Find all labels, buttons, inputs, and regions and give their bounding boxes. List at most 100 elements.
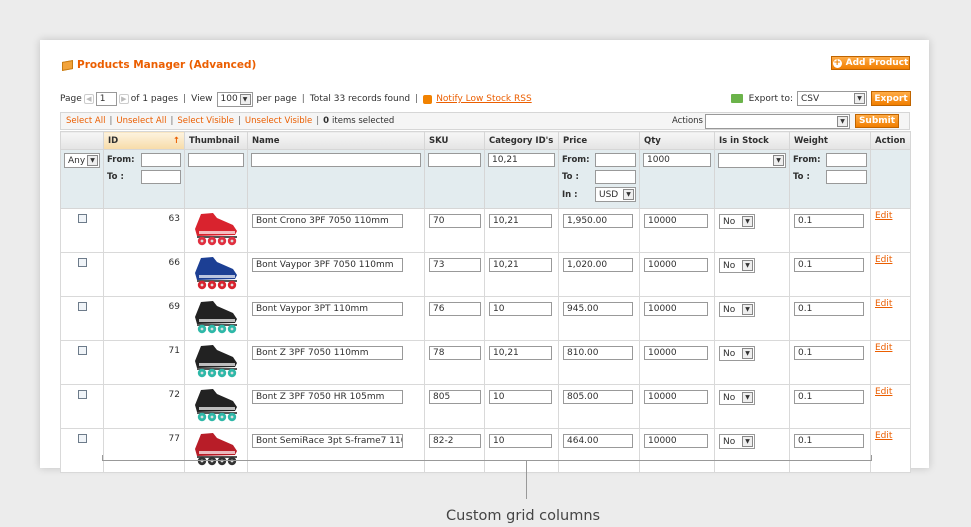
category-input[interactable]: 10,21: [489, 214, 552, 228]
price-input[interactable]: 805.00: [563, 390, 633, 404]
row-checkbox[interactable]: [77, 258, 87, 267]
in-stock-select[interactable]: No ▼: [719, 302, 755, 317]
in-stock-select[interactable]: No ▼: [719, 346, 755, 361]
header-in-stock[interactable]: Is in Stock: [714, 131, 790, 150]
qty-input[interactable]: 10000: [644, 346, 708, 360]
sku-input[interactable]: 76: [429, 302, 481, 316]
weight-input[interactable]: 0.1: [794, 434, 864, 448]
price-input[interactable]: 464.00: [563, 434, 633, 448]
header-id[interactable]: ID ↑: [103, 131, 185, 150]
price-input[interactable]: 1,950.00: [563, 214, 633, 228]
row-checkbox[interactable]: [77, 434, 87, 443]
edit-link[interactable]: Edit: [875, 255, 892, 265]
id-to-input[interactable]: [140, 170, 181, 184]
header-sku[interactable]: SKU: [424, 131, 485, 150]
price-from-input[interactable]: [595, 153, 636, 167]
next-page-icon[interactable]: ▶: [118, 94, 129, 104]
unselect-all-link[interactable]: Unselect All: [116, 116, 166, 126]
price-input[interactable]: 945.00: [563, 302, 633, 316]
stock-filter-select[interactable]: ▼: [718, 153, 786, 168]
weight-input[interactable]: 0.1: [794, 302, 864, 316]
page-title: Products Manager (Advanced): [62, 59, 256, 71]
thumbnail-filter-input[interactable]: [188, 153, 244, 167]
product-name-input[interactable]: Bont Vaypor 3PT 110mm: [252, 302, 403, 316]
header-weight[interactable]: Weight: [789, 131, 871, 150]
header-checkbox: [60, 131, 104, 150]
edit-link[interactable]: Edit: [875, 387, 892, 397]
qty-input[interactable]: 10000: [644, 434, 708, 448]
submit-button[interactable]: Submit: [855, 114, 899, 128]
row-checkbox[interactable]: [77, 390, 87, 399]
in-stock-select[interactable]: No ▼: [719, 214, 755, 229]
qty-filter-input[interactable]: 1000: [643, 153, 711, 167]
row-checkbox[interactable]: [77, 346, 87, 355]
select-all-link[interactable]: Select All: [66, 116, 105, 126]
sku-input[interactable]: 805: [429, 390, 481, 404]
qty-input[interactable]: 10000: [644, 258, 708, 272]
sku-input[interactable]: 70: [429, 214, 481, 228]
edit-link[interactable]: Edit: [875, 343, 892, 353]
product-thumbnail: [184, 340, 248, 385]
header-name[interactable]: Name: [247, 131, 425, 150]
chevron-down-icon: ▼: [742, 436, 753, 447]
price-input[interactable]: 810.00: [563, 346, 633, 360]
product-name-input[interactable]: Bont SemiRace 3pt S-frame7 110: [252, 434, 403, 448]
product-name-input[interactable]: Bont Z 3PF 7050 110mm: [252, 346, 403, 360]
category-input[interactable]: 10,21: [489, 346, 552, 360]
page-input[interactable]: 1: [95, 92, 117, 106]
sku-input[interactable]: 78: [429, 346, 481, 360]
qty-input[interactable]: 10000: [644, 302, 708, 316]
name-filter-input[interactable]: [251, 153, 421, 167]
qty-input[interactable]: 10000: [644, 390, 708, 404]
export-button[interactable]: Export: [871, 91, 911, 106]
product-thumbnail: [184, 252, 248, 297]
header-price[interactable]: Price: [558, 131, 640, 150]
weight-input[interactable]: 0.1: [794, 390, 864, 404]
product-name-input[interactable]: Bont Crono 3PF 7050 110mm: [252, 214, 403, 228]
id-from-input[interactable]: [140, 153, 181, 167]
header-qty[interactable]: Qty: [639, 131, 715, 150]
sku-input[interactable]: 73: [429, 258, 481, 272]
in-stock-select[interactable]: No ▼: [719, 390, 755, 405]
category-filter-input[interactable]: 10,21: [488, 153, 555, 167]
per-page-select[interactable]: 100 ▼: [216, 91, 253, 107]
select-visible-link[interactable]: Select Visible: [177, 116, 234, 126]
row-checkbox[interactable]: [77, 214, 87, 223]
header-thumbnail[interactable]: Thumbnail: [184, 131, 248, 150]
price-to-input[interactable]: [595, 170, 636, 184]
category-input[interactable]: 10: [489, 434, 552, 448]
edit-link[interactable]: Edit: [875, 211, 892, 221]
actions-select[interactable]: ▼: [705, 113, 850, 129]
add-product-button[interactable]: + Add Product: [831, 56, 910, 70]
weight-input[interactable]: 0.1: [794, 214, 864, 228]
weight-to-input[interactable]: [826, 170, 867, 184]
currency-select[interactable]: USD ▼: [595, 187, 636, 202]
edit-link[interactable]: Edit: [875, 431, 892, 441]
row-id: 63: [103, 208, 185, 253]
category-input[interactable]: 10: [489, 302, 552, 316]
sku-filter-input[interactable]: [428, 153, 481, 167]
header-category[interactable]: Category ID's: [484, 131, 559, 150]
skate-image: [195, 301, 237, 334]
filter-checkbox-select[interactable]: Any ▼: [64, 153, 100, 168]
category-input[interactable]: 10: [489, 390, 552, 404]
qty-input[interactable]: 10000: [644, 214, 708, 228]
category-input[interactable]: 10,21: [489, 258, 552, 272]
notify-low-stock-link[interactable]: Notify Low Stock RSS: [436, 94, 532, 104]
weight-input[interactable]: 0.1: [794, 346, 864, 360]
product-thumbnail: [184, 208, 248, 253]
edit-link[interactable]: Edit: [875, 299, 892, 309]
in-stock-select[interactable]: No ▼: [719, 258, 755, 273]
sku-input[interactable]: 82-2: [429, 434, 481, 448]
product-name-input[interactable]: Bont Vaypor 3PF 7050 110mm: [252, 258, 403, 272]
export-format-select[interactable]: CSV ▼: [797, 91, 867, 106]
price-input[interactable]: 1,020.00: [563, 258, 633, 272]
in-stock-select[interactable]: No ▼: [719, 434, 755, 449]
weight-input[interactable]: 0.1: [794, 258, 864, 272]
row-checkbox[interactable]: [77, 302, 87, 311]
unselect-visible-link[interactable]: Unselect Visible: [245, 116, 312, 126]
chevron-down-icon: ▼: [742, 392, 753, 403]
product-name-input[interactable]: Bont Z 3PF 7050 HR 105mm: [252, 390, 403, 404]
weight-from-input[interactable]: [826, 153, 867, 167]
prev-page-icon[interactable]: ◀: [83, 94, 94, 104]
